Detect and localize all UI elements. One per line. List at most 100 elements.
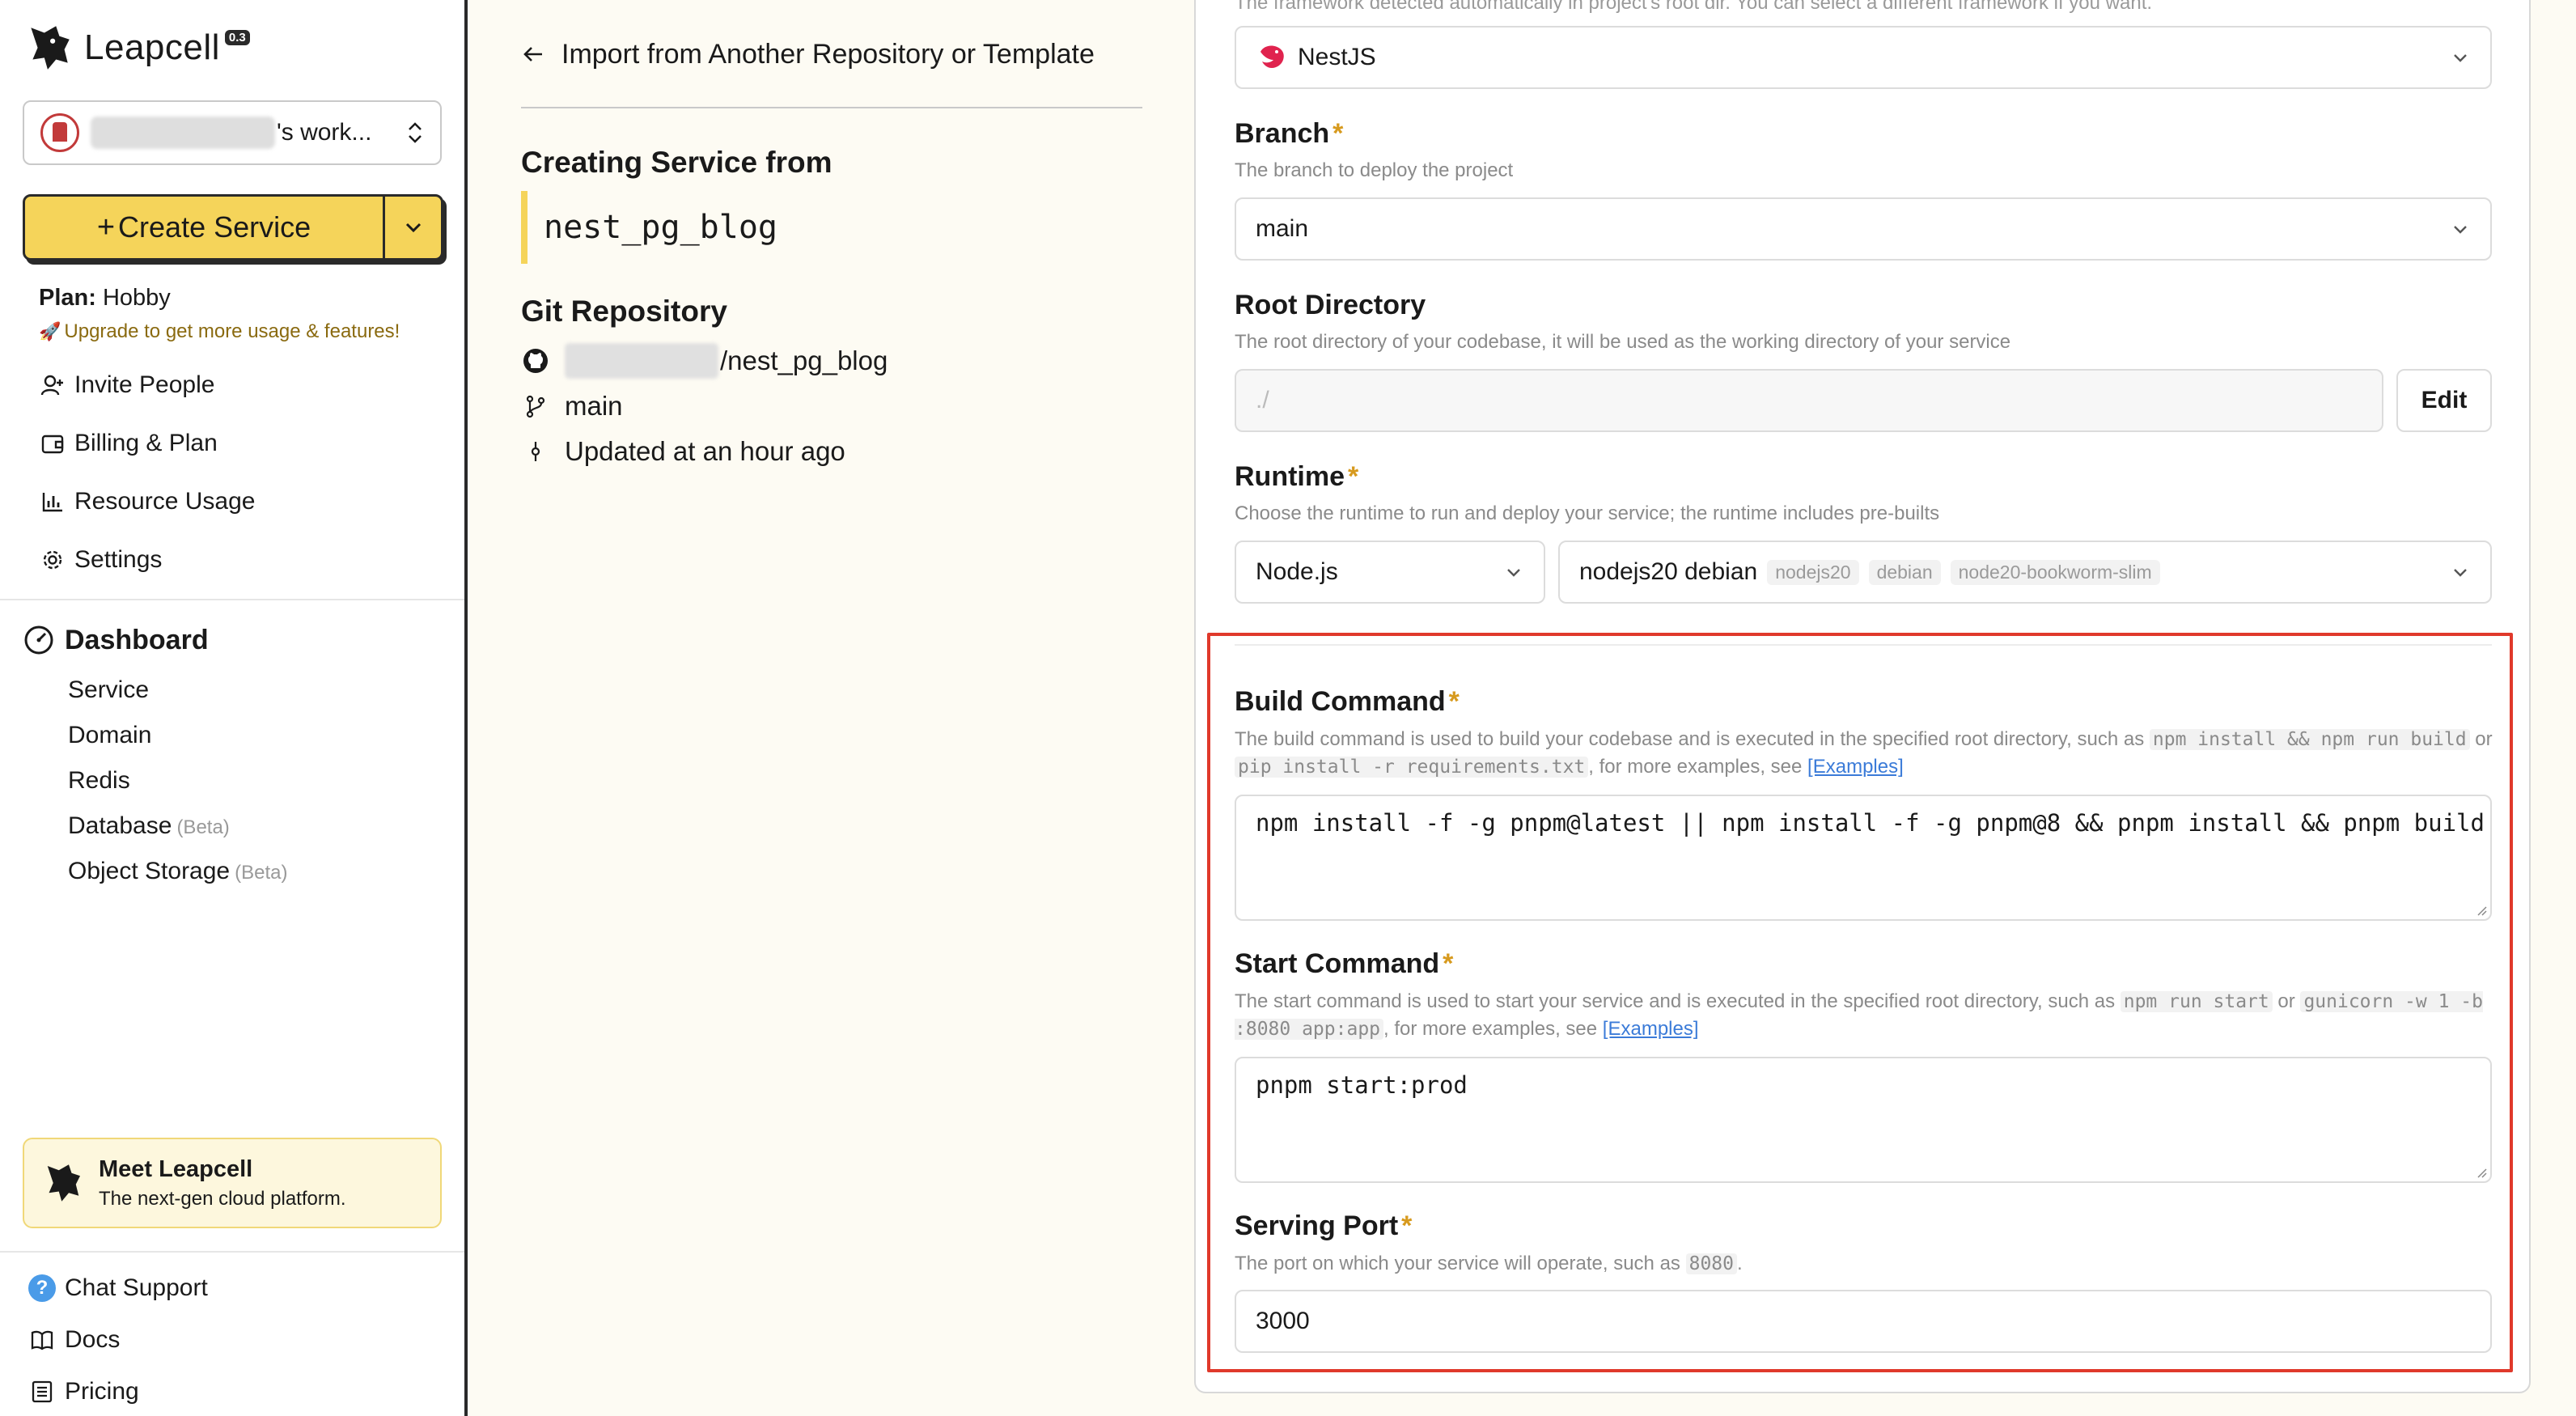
dashboard-item-domain[interactable]: Domain	[68, 722, 151, 749]
middle-divider	[521, 107, 1142, 108]
repo-link[interactable]: /nest_pg_blog	[521, 343, 888, 379]
resize-handle-icon[interactable]	[2474, 1165, 2487, 1178]
create-service-dropdown[interactable]	[383, 197, 441, 258]
upgrade-link[interactable]: 🚀 Upgrade to get more usage & features!	[39, 320, 400, 343]
start-command-textarea[interactable]: pnpm start:prod	[1235, 1057, 2492, 1183]
wallet-icon	[39, 430, 66, 457]
create-service-button[interactable]: + Create Service	[25, 197, 383, 258]
repo-owner-redacted	[565, 343, 718, 379]
workspace-switcher[interactable]: 's work...	[23, 100, 442, 165]
plan-value: Hobby	[102, 285, 171, 311]
runtime-image-select[interactable]: nodejs20 debian nodejs20 debian node20-b…	[1558, 541, 2492, 604]
dashboard-item-object-storage[interactable]: Object Storage (Beta)	[68, 858, 287, 885]
hint-text: or	[2475, 728, 2493, 750]
section-divider	[1235, 644, 2492, 646]
promo-card[interactable]: Meet Leapcell The next-gen cloud platfor…	[23, 1138, 442, 1228]
workspace-avatar	[40, 113, 79, 152]
start-command-label: Start Command *	[1235, 948, 1453, 980]
branch-label: Branch *	[1235, 118, 1343, 150]
framework-hint: The framework detected automatically in …	[1235, 0, 2153, 14]
item-label: Object Storage	[68, 858, 231, 884]
item-label: Domain	[68, 722, 152, 748]
footer-pricing[interactable]: Pricing	[28, 1374, 139, 1410]
runtime-language-select[interactable]: Node.js	[1235, 541, 1545, 604]
root-directory-edit-button[interactable]: Edit	[2396, 369, 2492, 432]
github-icon	[521, 346, 550, 375]
create-service-group: + Create Service	[23, 194, 443, 261]
plus-icon: +	[96, 210, 116, 244]
item-label: Service	[68, 676, 150, 703]
resize-handle-icon[interactable]	[2474, 903, 2487, 916]
item-label: Redis	[68, 767, 130, 794]
sidebar: Leapcell 0.3 's work... + Create Service…	[0, 0, 468, 1416]
build-command-hint: The build command is used to build your …	[1235, 726, 2497, 781]
runtime-label: Runtime *	[1235, 461, 1358, 493]
git-repository-heading: Git Repository	[521, 295, 727, 328]
framework-select[interactable]: NestJS	[1235, 26, 2492, 89]
required-mark: *	[1401, 1210, 1413, 1241]
hint-code: pip install -r requirements.txt	[1235, 757, 1589, 778]
label-text: Branch	[1235, 118, 1330, 149]
beta-badge: (Beta)	[176, 816, 230, 838]
root-directory-hint: The root directory of your codebase, it …	[1235, 331, 2011, 353]
workspace-owner-redacted	[91, 117, 275, 149]
framework-value: NestJS	[1298, 44, 1376, 70]
runtime-hint: Choose the runtime to run and deploy you…	[1235, 502, 1940, 524]
required-mark: *	[1332, 118, 1344, 149]
updated-text: Updated at an hour ago	[565, 436, 845, 466]
nav-billing-plan[interactable]: Billing & Plan	[39, 426, 218, 461]
plan-label: Plan:	[39, 285, 96, 311]
chevron-down-icon	[2454, 226, 2467, 234]
footer-label: Pricing	[65, 1378, 139, 1405]
serving-port-hint: The port on which your service will oper…	[1235, 1250, 2497, 1278]
build-examples-link[interactable]: [Examples]	[1807, 756, 1904, 778]
dashboard-item-redis[interactable]: Redis	[68, 767, 130, 795]
start-examples-link[interactable]: [Examples]	[1603, 1018, 1699, 1040]
item-label: Database	[68, 812, 172, 839]
start-command-value: pnpm start:prod	[1256, 1071, 1468, 1099]
nav-label: Settings	[74, 546, 163, 573]
dashboard-item-service[interactable]: Service	[68, 676, 149, 704]
repo-updated: Updated at an hour ago	[521, 434, 845, 469]
nav-invite-people[interactable]: Invite People	[39, 367, 214, 403]
hint-code: npm install && npm run build	[2149, 729, 2470, 750]
sidebar-divider	[0, 599, 464, 600]
branch-hint: The branch to deploy the project	[1235, 159, 1514, 181]
git-commit-icon	[521, 437, 550, 466]
git-branch-icon	[521, 392, 550, 421]
hint-text: , for more examples, see	[1383, 1018, 1598, 1040]
chevron-down-icon	[1507, 569, 1520, 577]
brand-logo[interactable]: Leapcell 0.3	[23, 21, 250, 74]
service-name: nest_pg_blog	[521, 191, 777, 264]
chevron-up-down-icon	[406, 121, 424, 145]
hint-text: or	[2277, 990, 2295, 1012]
runtime-tag: nodejs20	[1767, 559, 1859, 585]
root-directory-label: Root Directory	[1235, 290, 1426, 321]
serving-port-label: Serving Port *	[1235, 1210, 1412, 1242]
label-text: Start Command	[1235, 948, 1440, 979]
gauge-icon	[24, 625, 53, 655]
leapcell-logo-icon	[31, 26, 70, 70]
root-directory-input[interactable]: ./	[1235, 369, 2383, 432]
footer-chat-support[interactable]: ? Chat Support	[28, 1270, 208, 1306]
dashboard-item-database[interactable]: Database (Beta)	[68, 812, 230, 840]
hint-text: , for more examples, see	[1588, 756, 1803, 778]
workspace-name: 's work...	[277, 119, 372, 146]
build-command-textarea[interactable]: npm install -f -g pnpm@latest || npm ins…	[1235, 795, 2492, 921]
footer-label: Chat Support	[65, 1274, 208, 1301]
nav-resource-usage[interactable]: Resource Usage	[39, 484, 255, 519]
dashboard-heading[interactable]: Dashboard	[23, 620, 209, 660]
nav-settings[interactable]: Settings	[39, 542, 162, 578]
required-mark: *	[1443, 948, 1454, 979]
build-command-value: npm install -f -g pnpm@latest || npm ins…	[1256, 809, 2485, 837]
back-import-link[interactable]: Import from Another Repository or Templa…	[521, 36, 1095, 73]
serving-port-input[interactable]: 3000	[1235, 1290, 2492, 1353]
repo-name: /nest_pg_blog	[720, 346, 888, 375]
branch-select[interactable]: main	[1235, 197, 2492, 261]
creating-heading: Creating Service from	[521, 146, 833, 179]
footer-docs[interactable]: Docs	[28, 1322, 120, 1358]
serving-port-value: 3000	[1256, 1308, 1310, 1334]
rocket-icon: 🚀	[39, 321, 61, 341]
book-icon	[28, 1325, 57, 1355]
build-command-label: Build Command *	[1235, 686, 1460, 718]
